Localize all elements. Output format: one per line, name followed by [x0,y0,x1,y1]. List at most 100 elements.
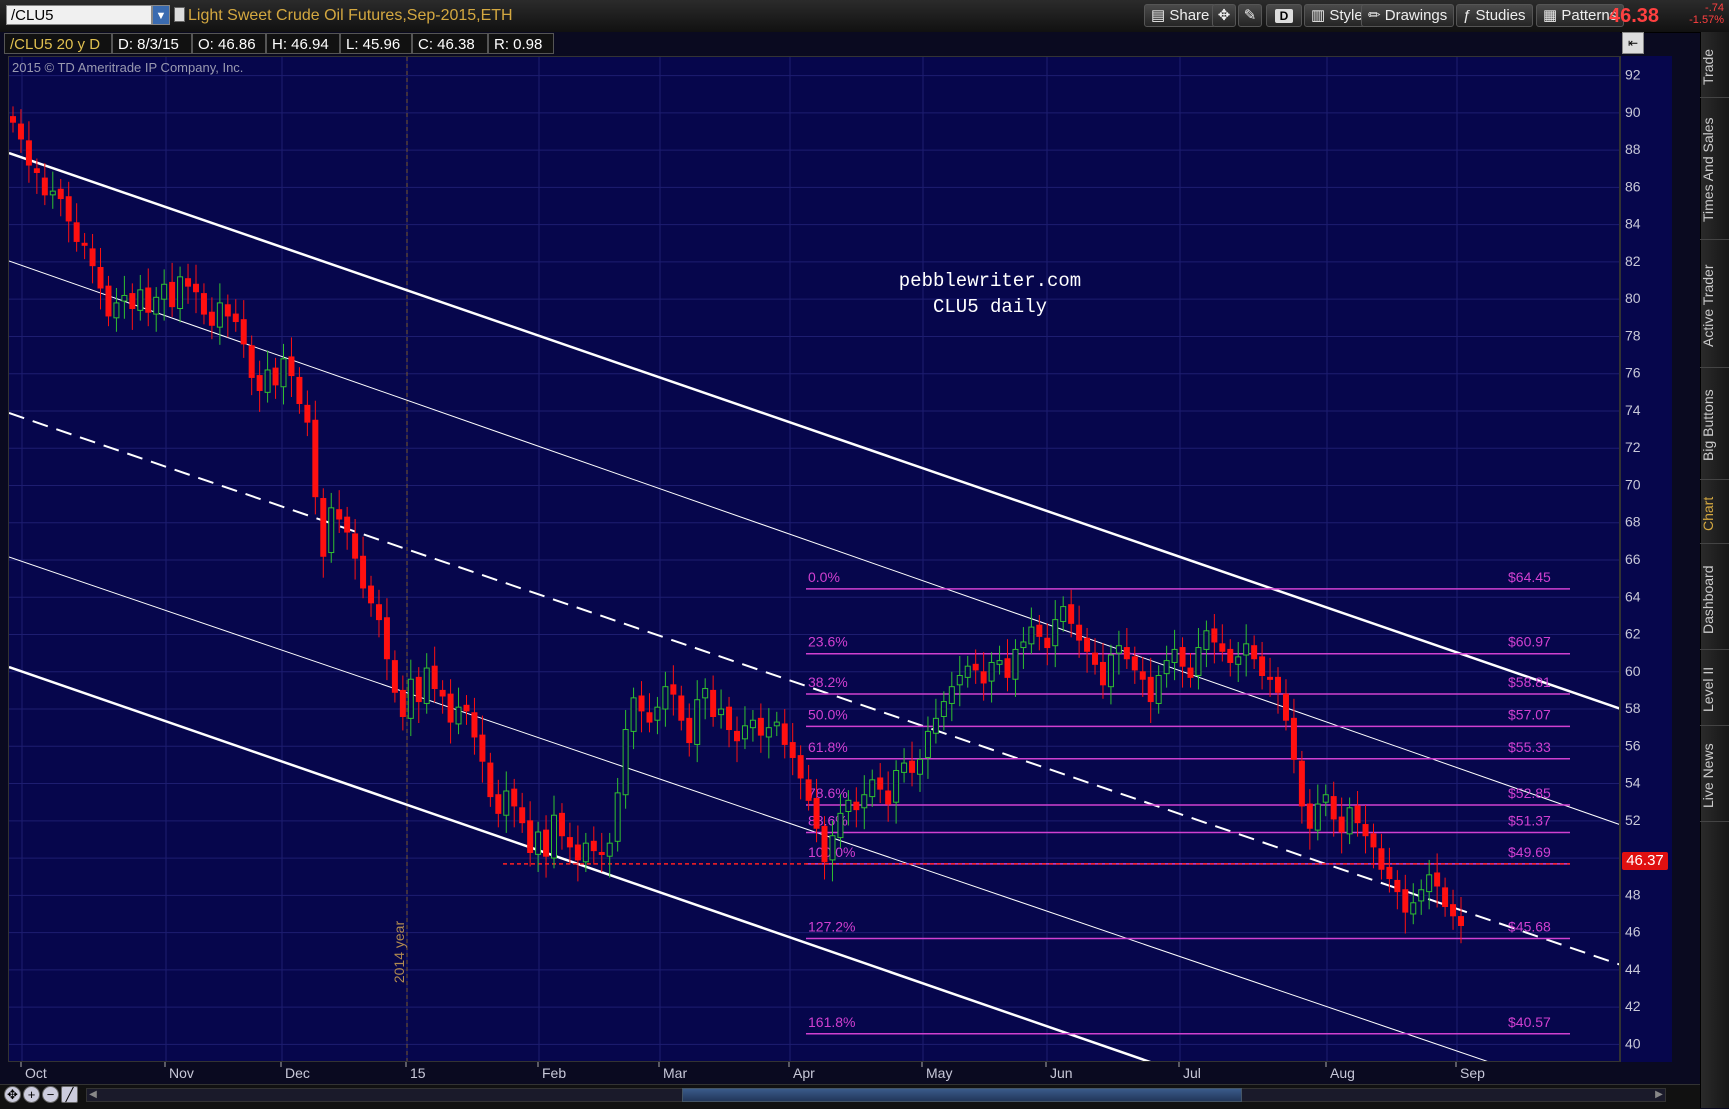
candle-body [248,345,255,378]
candle-body [1378,848,1385,870]
candle-body [1171,648,1178,663]
candle-body [1314,803,1321,831]
sidebar-tab-live-news[interactable]: Live News [1700,730,1729,822]
price-chart[interactable]: 2014 year 0.0% $64.45 23.6% $60.97 38.2% $58.8… [8,56,1620,1062]
candle-body [1211,628,1218,643]
candle-body [503,790,510,816]
candle-body [678,695,685,721]
candle-body [781,723,788,745]
candle-body [399,689,406,717]
candle-body [1187,667,1194,678]
price-axis-tick: 86 [1625,178,1641,194]
candle-body [956,675,963,686]
pan-button[interactable]: ✥ [4,1086,21,1103]
candle-body [1219,643,1226,652]
symbol-info-icon[interactable] [174,7,185,22]
price-axis[interactable]: 4042444648505254565860626466687072747678… [1620,56,1672,1062]
bar-high: H: 46.94 [266,33,340,54]
candle-body [264,369,271,393]
watermark-site: pebblewriter.com [898,270,1082,292]
sidebar-tab-level-ii[interactable]: Level II [1700,654,1729,726]
timeframe-button[interactable]: D [1266,4,1302,27]
candle-body [1243,643,1250,656]
candle-body [909,760,916,773]
candle-body [57,188,64,200]
candle-body [972,663,979,671]
symbol-input[interactable]: /CLU5 [6,5,152,25]
share-icon: ▤ [1151,7,1166,24]
share-button[interactable]: ▤ Share [1144,4,1217,27]
candle-body [885,790,892,805]
time-scrollbar-thumb[interactable] [682,1088,1242,1102]
style-button[interactable]: ▥ Style [1304,4,1370,27]
zoom-in-icon: + [27,1087,36,1102]
candle-body [901,762,908,773]
chart-symbol-period[interactable]: /CLU5 20 y D [4,33,112,54]
scroll-left-arrow[interactable]: ◀ [86,1088,100,1102]
candle-body [527,820,534,853]
symbol-description: Light Sweet Crude Oil Futures,Sep-2015,E… [188,7,513,24]
candle-body [1251,645,1258,660]
candle-body [1020,641,1027,649]
wrench-icon: ✎ [1243,7,1257,24]
fib-level-label: 23.6% [808,634,848,650]
sidebar-tab-chart[interactable]: Chart [1700,484,1729,544]
candle-body [1036,624,1043,637]
candle-body [694,699,701,745]
candle-body [1107,654,1114,688]
drawings-button[interactable]: ✏ Drawings [1361,4,1455,27]
candle-body [551,814,558,859]
time-axis-tick: Dec [285,1065,310,1081]
draw-line-button[interactable]: ╱ [61,1086,78,1103]
candle-body [153,296,160,315]
candle-body [25,140,32,166]
time-axis-tick: Sep [1460,1065,1485,1081]
candle-body [1362,824,1369,837]
candle-body [177,276,184,310]
candle-body [558,812,565,837]
candle-body [797,755,804,779]
zoom-in-button[interactable]: + [23,1086,40,1103]
zoom-out-button[interactable]: − [42,1086,59,1103]
price-axis-tick: 74 [1625,402,1641,418]
candle-body [280,358,287,388]
price-axis-tick: 64 [1625,588,1641,604]
candle-body [1004,658,1011,678]
candle-body [726,706,733,731]
time-axis-tick: 15 [410,1065,426,1081]
crosshair-tool-button[interactable]: ✥ [1212,4,1236,27]
candle-body [1139,671,1146,680]
sidebar-tab-big-buttons[interactable]: Big Buttons [1700,372,1729,480]
price-axis-tick: 42 [1625,998,1641,1014]
price-axis-tick: 54 [1625,775,1641,791]
candle-body [662,686,669,710]
timeframe-label: D [1274,9,1294,23]
fib-level-price: $58.81 [1508,674,1551,690]
price-axis-tick: 92 [1625,67,1641,83]
time-axis[interactable]: Oct Nov Dec 15 Feb Mar Apr May Jun Jul Aug Sep [8,1062,1620,1084]
sidebar-tab-times-and-sales[interactable]: Times And Sales [1700,100,1729,240]
candle-body [574,844,581,861]
price-axis-tick: 70 [1625,476,1641,492]
candle-body [1123,647,1130,660]
price-axis-tick: 48 [1625,886,1641,902]
scroll-right-arrow[interactable]: ▶ [1652,1088,1666,1102]
sidebar-tab-trade[interactable]: Trade [1700,36,1729,98]
bar-date: D: 8/3/15 [112,33,192,54]
candle-body [1131,656,1138,671]
candle-body [1060,606,1067,622]
collapse-chart-button[interactable]: ⇤ [1622,32,1644,54]
tools-button[interactable]: ✎ [1238,4,1262,27]
candle-body [996,660,1003,665]
candle-body [511,788,518,807]
symbol-dropdown-button[interactable]: ▼ [152,5,170,25]
bar-range: R: 0.98 [488,33,554,54]
candle-body [463,704,470,712]
candle-body [10,116,16,123]
price-axis-tick: 88 [1625,141,1641,157]
sidebar-tab-dashboard[interactable]: Dashboard [1700,550,1729,650]
time-axis-tick: May [926,1065,952,1081]
sidebar-tab-active-trader[interactable]: Active Trader [1700,244,1729,368]
studies-button[interactable]: ƒ Studies [1456,4,1533,27]
candle-body [980,671,987,684]
